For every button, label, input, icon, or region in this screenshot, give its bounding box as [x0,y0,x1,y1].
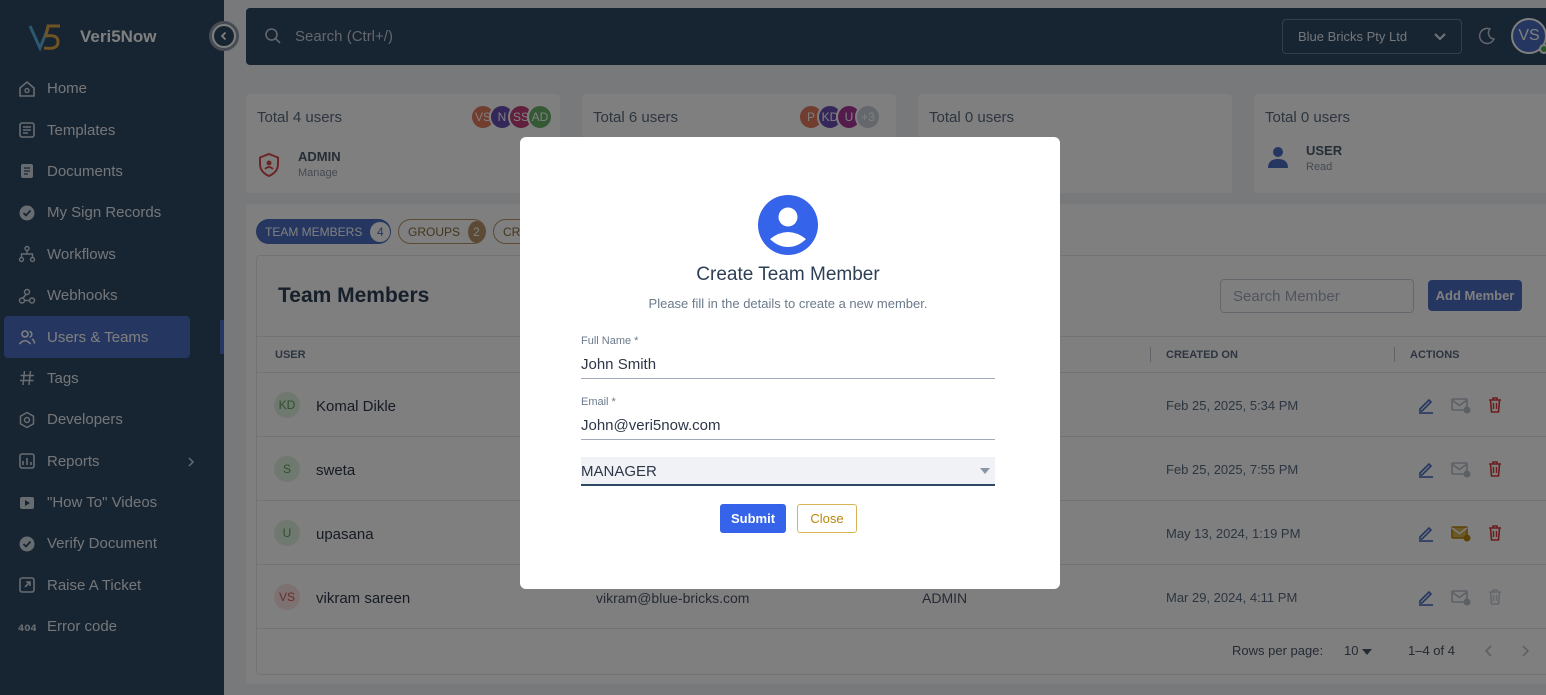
account-circle-icon [758,195,818,260]
field-label: Full Name * [581,335,639,347]
role-select[interactable]: MANAGER [581,457,995,486]
field-label: Email * [581,396,616,408]
role-select-value: MANAGER [581,463,657,480]
submit-button[interactable]: Submit [720,504,786,533]
dialog-title: Create Team Member [696,264,880,285]
full-name-input[interactable]: John Smith [581,356,995,379]
caret-down-icon [980,468,990,474]
dialog-subtitle: Please fill in the details to create a n… [648,296,928,311]
email-input[interactable]: John@veri5now.com [581,417,995,440]
create-member-dialog: Create Team Member Please fill in the de… [520,137,1060,589]
close-button[interactable]: Close [797,504,857,533]
full-name-field[interactable]: Full Name * John Smith [581,335,995,379]
email-field[interactable]: Email * John@veri5now.com [581,396,995,440]
